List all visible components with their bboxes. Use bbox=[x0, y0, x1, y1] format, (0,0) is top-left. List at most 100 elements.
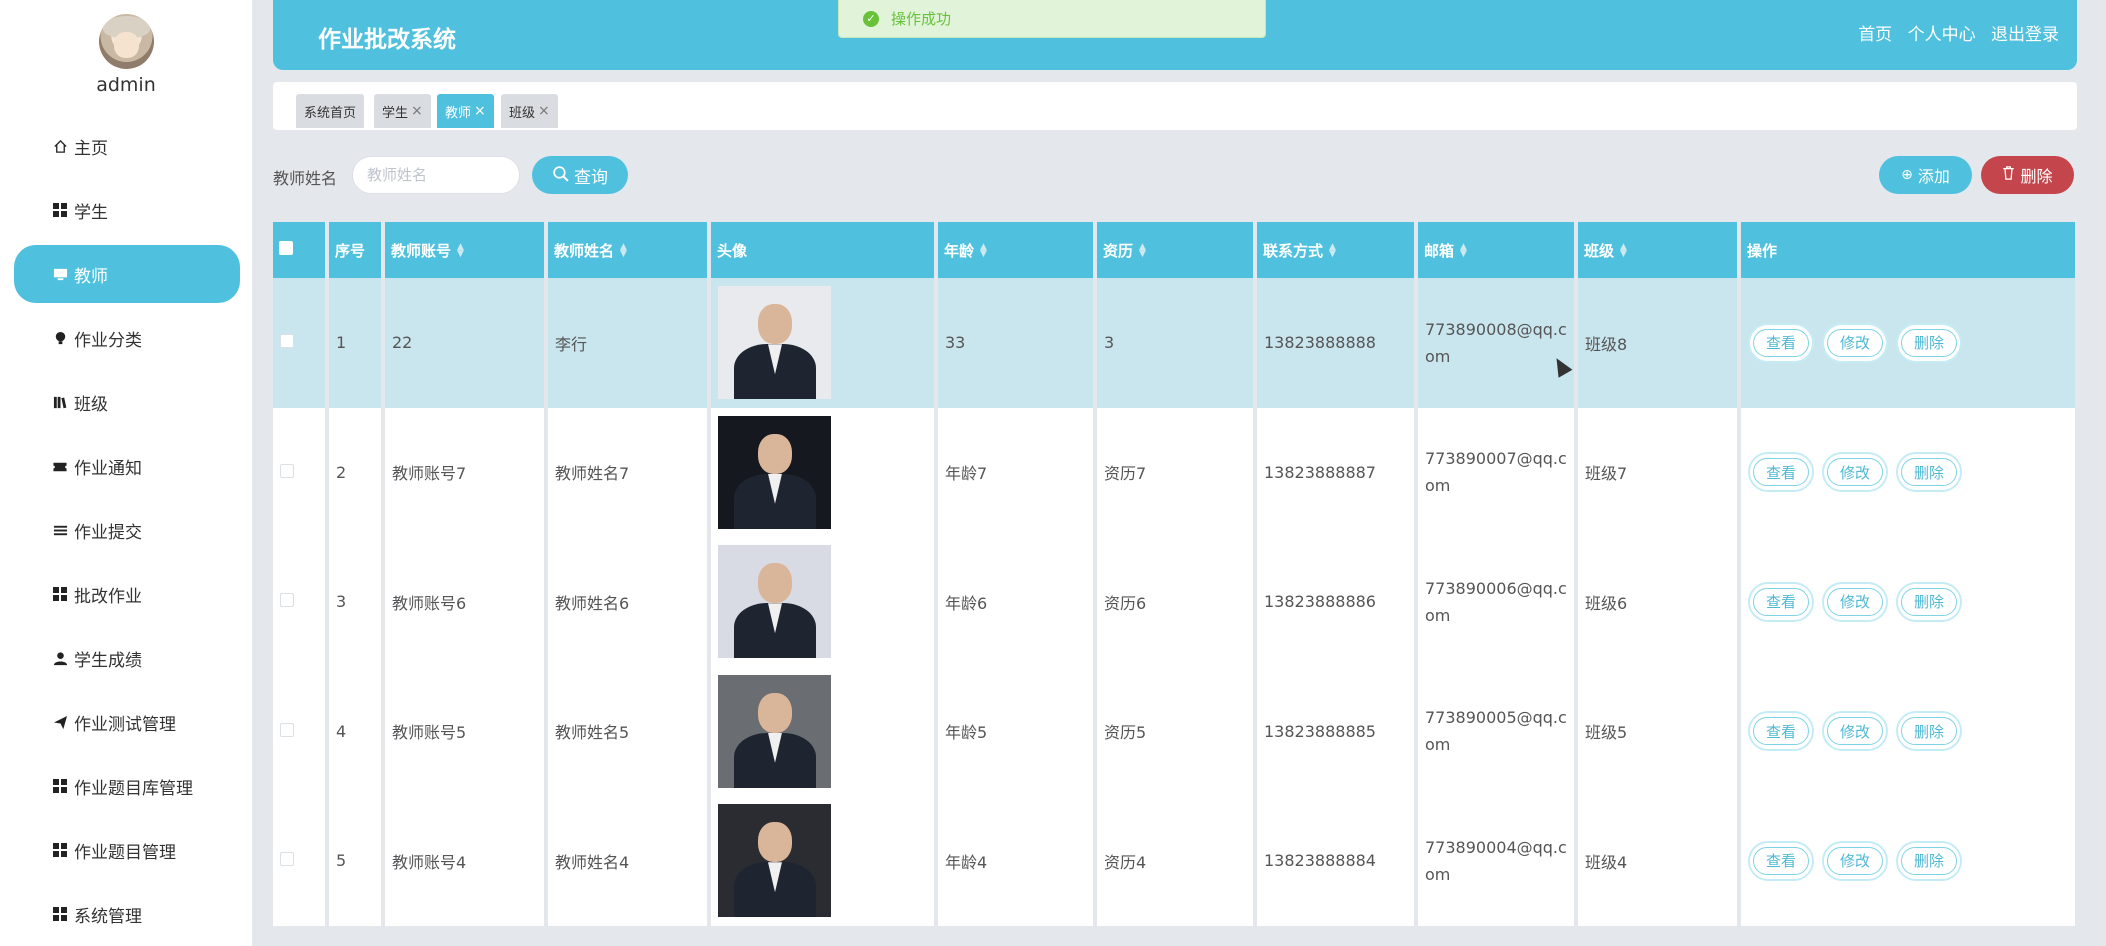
sidebar-item-home[interactable]: 主页 bbox=[0, 114, 252, 178]
sidebar-item-label: 作业提交 bbox=[74, 522, 142, 543]
row-checkbox-cell[interactable] bbox=[273, 537, 329, 667]
table-row[interactable]: 4 教师账号5 教师姓名5 年龄5 资历5 13823888885 773890… bbox=[273, 666, 2075, 796]
sidebar-item-system[interactable]: 系统管理 bbox=[0, 882, 252, 946]
sort-icon[interactable]: ▲ ▼ bbox=[457, 243, 464, 259]
select-all-checkbox-cell[interactable] bbox=[273, 222, 329, 278]
tab-class[interactable]: 班级 × bbox=[501, 94, 558, 128]
sidebar-item-question-bank[interactable]: 作业题目库管理 bbox=[0, 754, 252, 818]
sort-icon[interactable]: ▲ ▼ bbox=[980, 243, 987, 259]
row-checkbox[interactable] bbox=[280, 463, 294, 478]
delete-button[interactable]: 删除 bbox=[1896, 322, 1962, 363]
sidebar-item-student-scores[interactable]: 学生成绩 bbox=[0, 626, 252, 690]
row-checkbox[interactable] bbox=[280, 593, 294, 608]
edit-label: 修改 bbox=[1827, 328, 1883, 357]
col-header-seniority[interactable]: 资历 ▲ ▼ bbox=[1097, 222, 1257, 278]
cell-avatar bbox=[711, 537, 938, 667]
sort-icon[interactable]: ▲ ▼ bbox=[620, 243, 627, 259]
teacher-photo[interactable] bbox=[718, 674, 831, 788]
teacher-photo[interactable] bbox=[718, 804, 831, 918]
table-row[interactable]: 3 教师账号6 教师姓名6 年龄6 资历6 13823888886 773890… bbox=[273, 537, 2075, 667]
col-header-age[interactable]: 年龄 ▲ ▼ bbox=[938, 222, 1097, 278]
col-header-class[interactable]: 班级 ▲ ▼ bbox=[1578, 222, 1741, 278]
sidebar-item-questions[interactable]: 作业题目管理 bbox=[0, 818, 252, 882]
view-button[interactable]: 查看 bbox=[1748, 322, 1814, 363]
sort-icon[interactable]: ▲ ▼ bbox=[1329, 243, 1336, 259]
profile-link[interactable]: 个人中心 bbox=[1908, 25, 1976, 45]
edit-button[interactable]: 修改 bbox=[1822, 711, 1888, 752]
teacher-photo[interactable] bbox=[718, 415, 831, 529]
col-header-phone[interactable]: 联系方式 ▲ ▼ bbox=[1257, 222, 1418, 278]
view-button[interactable]: 查看 bbox=[1748, 581, 1814, 622]
tab-students[interactable]: 学生 × bbox=[374, 94, 431, 128]
add-button[interactable]: ⊕ 添加 bbox=[1879, 156, 1972, 194]
table-row[interactable]: 5 教师账号4 教师姓名4 年龄4 资历4 13823888884 773890… bbox=[273, 796, 2075, 926]
teacher-photo[interactable] bbox=[718, 545, 831, 659]
sort-icon[interactable]: ▲ ▼ bbox=[1460, 243, 1467, 259]
teacher-photo[interactable] bbox=[718, 286, 831, 400]
close-icon[interactable]: × bbox=[538, 103, 550, 119]
delete-button[interactable]: 删除 bbox=[1896, 452, 1962, 493]
table-row[interactable]: 2 教师账号7 教师姓名7 年龄7 资历7 13823888887 773890… bbox=[273, 407, 2075, 537]
logout-link[interactable]: 退出登录 bbox=[1991, 25, 2059, 45]
cell-class: 班级4 bbox=[1578, 796, 1741, 926]
row-checkbox[interactable] bbox=[280, 852, 294, 867]
grid-icon bbox=[52, 202, 68, 218]
sidebar-item-label: 班级 bbox=[74, 394, 108, 415]
edit-button[interactable]: 修改 bbox=[1822, 840, 1888, 881]
cell-seniority: 3 bbox=[1097, 278, 1257, 408]
search-label: 教师姓名 bbox=[273, 169, 338, 188]
table-row[interactable]: 1 22 李行 33 3 13823888888 773890008@qq.co… bbox=[273, 278, 2075, 408]
cell-text: 773890008@qq.com bbox=[1425, 319, 1567, 366]
sidebar-item-teachers[interactable]: 教师 bbox=[0, 242, 252, 306]
teacher-name-search-input[interactable] bbox=[352, 156, 520, 194]
delete-label: 删除 bbox=[1901, 587, 1957, 616]
close-icon[interactable]: × bbox=[411, 103, 423, 119]
sidebar-item-students[interactable]: 学生 bbox=[0, 178, 252, 242]
tab-system-home[interactable]: 系统首页 bbox=[296, 94, 365, 128]
query-button[interactable]: 查询 bbox=[532, 156, 628, 194]
sidebar-item-homework-notice[interactable]: 作业通知 bbox=[0, 434, 252, 498]
col-header-email[interactable]: 邮箱 ▲ ▼ bbox=[1418, 222, 1578, 278]
cell-phone: 13823888885 bbox=[1257, 666, 1418, 796]
col-header-avatar: 头像 bbox=[711, 222, 938, 278]
sidebar-item-homework-test[interactable]: 作业测试管理 bbox=[0, 690, 252, 754]
sidebar-item-grade-homework[interactable]: 批改作业 bbox=[0, 562, 252, 626]
row-checkbox-cell[interactable] bbox=[273, 407, 329, 537]
cell-text: 班级6 bbox=[1585, 593, 1628, 613]
bulb-icon bbox=[52, 330, 68, 346]
cell-phone: 13823888884 bbox=[1257, 796, 1418, 926]
col-header-name[interactable]: 教师姓名 ▲ ▼ bbox=[548, 222, 711, 278]
row-checkbox-cell[interactable] bbox=[273, 278, 329, 408]
sidebar-item-class[interactable]: 班级 bbox=[0, 370, 252, 434]
row-checkbox-cell[interactable] bbox=[273, 796, 329, 926]
sort-icon[interactable]: ▲ ▼ bbox=[1139, 243, 1146, 259]
cell-account: 教师账号5 bbox=[385, 666, 548, 796]
avatar[interactable] bbox=[99, 14, 154, 69]
batch-delete-button[interactable]: 删除 bbox=[1981, 156, 2074, 194]
delete-button[interactable]: 删除 bbox=[1896, 581, 1962, 622]
edit-button[interactable]: 修改 bbox=[1822, 581, 1888, 622]
book-icon bbox=[52, 394, 68, 410]
view-button[interactable]: 查看 bbox=[1748, 452, 1814, 493]
grid-icon bbox=[52, 586, 68, 602]
sidebar-item-label: 教师 bbox=[74, 266, 108, 287]
col-header-label: 联系方式 bbox=[1263, 241, 1324, 260]
close-icon[interactable]: × bbox=[474, 103, 486, 119]
view-button[interactable]: 查看 bbox=[1748, 840, 1814, 881]
cell-no: 4 bbox=[329, 666, 385, 796]
tab-teachers[interactable]: 教师 × bbox=[437, 94, 494, 128]
edit-button[interactable]: 修改 bbox=[1822, 322, 1888, 363]
col-header-account[interactable]: 教师账号 ▲ ▼ bbox=[385, 222, 548, 278]
sidebar-item-homework-submit[interactable]: 作业提交 bbox=[0, 498, 252, 562]
delete-button[interactable]: 删除 bbox=[1896, 711, 1962, 752]
row-checkbox-cell[interactable] bbox=[273, 666, 329, 796]
row-checkbox[interactable] bbox=[280, 722, 294, 737]
home-link[interactable]: 首页 bbox=[1858, 25, 1892, 45]
view-button[interactable]: 查看 bbox=[1748, 711, 1814, 752]
select-all-checkbox[interactable] bbox=[279, 241, 293, 255]
delete-button[interactable]: 删除 bbox=[1896, 840, 1962, 881]
edit-button[interactable]: 修改 bbox=[1822, 452, 1888, 493]
sidebar-item-homework-category[interactable]: 作业分类 bbox=[0, 306, 252, 370]
sort-icon[interactable]: ▲ ▼ bbox=[1620, 243, 1627, 259]
row-checkbox[interactable] bbox=[280, 334, 294, 349]
